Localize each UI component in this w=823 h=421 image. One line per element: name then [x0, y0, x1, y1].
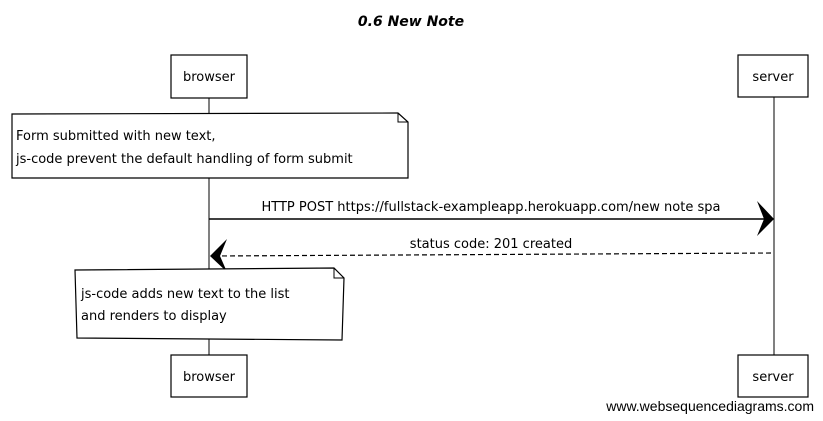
note-renders: js-code adds new text to the list and re… [74, 267, 345, 341]
participant-server-bottom: server [737, 354, 809, 398]
sequence-diagram: 0.6 New Note browser server Form submitt… [11, 14, 814, 414]
message-status-201: status code: 201 created [210, 237, 775, 272]
note-line: and renders to display [81, 309, 227, 324]
note-line: Form submitted with new text, [16, 129, 216, 144]
participant-browser-bottom: browser [170, 354, 248, 398]
participant-label: browser [183, 370, 236, 385]
watermark-link[interactable]: www.websequencediagrams.com [605, 398, 814, 414]
diagram-title: 0.6 New Note [358, 14, 464, 30]
participant-label: server [752, 370, 794, 385]
participant-browser-top: browser [170, 54, 248, 99]
note-form-submitted: Form submitted with new text, js-code pr… [11, 112, 409, 179]
message-label: status code: 201 created [410, 237, 572, 252]
participant-server-top: server [737, 54, 809, 98]
participant-label: browser [183, 70, 236, 85]
note-line: js-code adds new text to the list [80, 287, 289, 302]
message-http-post: HTTP POST https://fullstack-exampleapp.h… [209, 200, 774, 236]
participant-label: server [752, 70, 794, 85]
note-line: js-code prevent the default handling of … [15, 152, 353, 167]
message-label: HTTP POST https://fullstack-exampleapp.h… [262, 200, 721, 215]
